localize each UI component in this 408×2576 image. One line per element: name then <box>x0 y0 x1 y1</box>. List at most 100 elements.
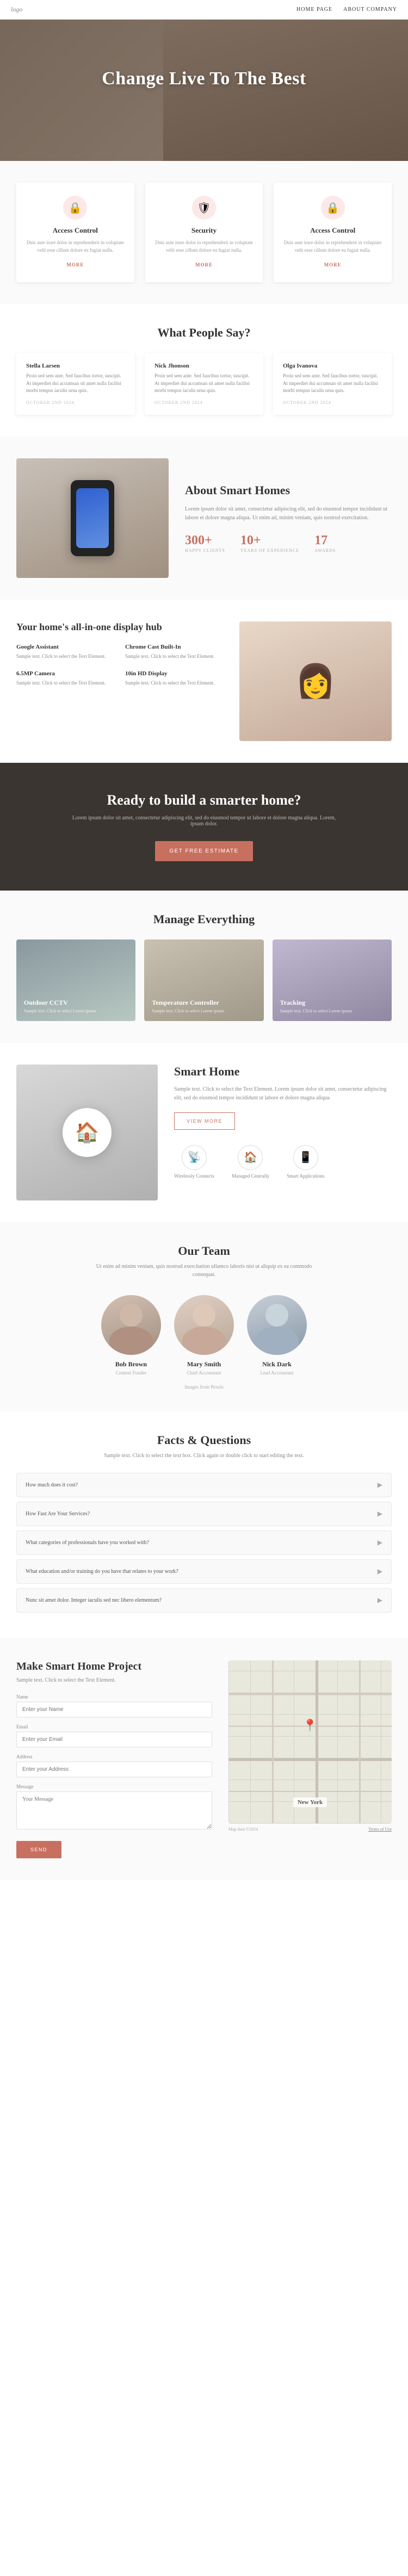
map-footer-left: Map data ©2024 <box>228 1827 258 1832</box>
manage-desc-temp: Sample text. Click to select Lorem ipsum <box>152 1009 224 1013</box>
faq-item-2[interactable]: How Fast Are Your Services? ▶ <box>16 1502 392 1526</box>
form-group-address: Address <box>16 1754 212 1777</box>
about-content: About Smart Homes Lorem ipsum dolor sit … <box>185 483 392 553</box>
name-input[interactable] <box>16 1702 212 1718</box>
feature-more-2[interactable]: MORE <box>195 262 213 267</box>
map-footer-terms[interactable]: Terms of Use <box>368 1827 392 1832</box>
testimonial-3: Olga Ivanova Proin sed sem ante. Sed fau… <box>273 353 392 415</box>
access-control-icon-1: 🔒 <box>63 196 87 220</box>
message-input[interactable] <box>16 1791 212 1830</box>
cta-title: Ready to build a smarter home? <box>16 792 392 808</box>
name-label: Name <box>16 1694 212 1700</box>
manage-card-temp[interactable]: Temperature Controller Sample text. Clic… <box>144 939 263 1021</box>
hub-image: 👩 <box>239 621 392 741</box>
testimonial-date-1: OCTOBER 2ND 2024 <box>26 400 125 405</box>
feature-more-3[interactable]: MORE <box>324 262 342 267</box>
feature-desc-2: Duis aute irure dolor in reprehenderit i… <box>155 239 254 254</box>
hub-grid: Google Assistant Sample text. Click to s… <box>16 644 223 687</box>
features-section: 🔒 Access Control Duis aute irure dolor i… <box>0 161 408 304</box>
testimonial-text-3: Proin sed sem ante. Sed faucibus tortor,… <box>283 372 382 395</box>
faq-subtitle: Sample text. Click to select the text bo… <box>90 1452 318 1460</box>
faq-chevron-1: ▶ <box>378 1481 382 1489</box>
nav-link-about[interactable]: ABOUT COMPANY <box>343 7 397 13</box>
nav-links: HOME PAGE ABOUT COMPANY <box>296 7 397 13</box>
faq-item-4[interactable]: What education and/or training do you ha… <box>16 1559 392 1584</box>
faq-item-1[interactable]: How much does it cost? ▶ <box>16 1473 392 1497</box>
manage-card-outdoor[interactable]: Outdoor CCTV Sample text. Click to selec… <box>16 939 135 1021</box>
team-subtitle: Ut enim ad minim veniam, quis nostrud ex… <box>95 1262 313 1279</box>
hub-section: Your home's all-in-one display hub Googl… <box>0 600 408 763</box>
smart-section: 🏠 Smart Home Sample text. Click to selec… <box>0 1043 408 1222</box>
team-name-bob: Bob Brown <box>101 1360 161 1368</box>
faq-question-2: How Fast Are Your Services? <box>26 1511 90 1517</box>
manage-title: Manage Everything <box>16 912 392 926</box>
stat-label-awards: AWARDS <box>314 548 336 553</box>
submit-button[interactable]: SEND <box>16 1841 61 1858</box>
team-name-mary: Mary Smith <box>174 1360 234 1368</box>
faq-item-5[interactable]: Nunc sit amet dolor. Integer iaculis sed… <box>16 1588 392 1613</box>
hub-content: Your home's all-in-one display hub Googl… <box>16 621 223 687</box>
nav-link-home[interactable]: HOME PAGE <box>296 7 332 13</box>
hub-item-desc-3: Sample text. Click to select the Text El… <box>16 680 114 687</box>
team-role-bob: Content Funder <box>101 1370 161 1376</box>
about-stats: 300+ HAPPY CLIENTS 10+ YEARS OF EXPERIEN… <box>185 533 392 553</box>
hero-content: Change Live To The Best <box>0 20 408 89</box>
wireless-label: Wirelessly Connects <box>174 1173 214 1179</box>
team-role-mary: Chief Accountant <box>174 1370 234 1376</box>
hub-item-desc-4: Sample text. Click to select the Text El… <box>125 680 223 687</box>
wireless-icon: 📡 <box>182 1145 207 1170</box>
apps-icon: 📱 <box>293 1145 318 1170</box>
team-title: Our Team <box>16 1244 392 1258</box>
feature-title-1: Access Control <box>26 226 125 235</box>
smart-title: Smart Home <box>174 1065 392 1079</box>
apps-label: Smart Applications <box>287 1173 324 1179</box>
feature-title-2: Security <box>155 226 254 235</box>
navigation: logo HOME PAGE ABOUT COMPANY <box>0 0 408 20</box>
feature-desc-3: Duis aute irure dolor in reprehenderit i… <box>283 239 382 254</box>
faq-item-3[interactable]: What categories of professionals have yo… <box>16 1530 392 1555</box>
smart-icon-managed: 🏠 Managed Centrally <box>232 1145 269 1179</box>
managed-label: Managed Centrally <box>232 1173 269 1179</box>
faq-chevron-2: ▶ <box>378 1510 382 1518</box>
map-col: New York 📍 Map data ©2024 Terms of Use <box>228 1660 392 1835</box>
testimonial-2: Nick Jhonson Proin sed sem ante. Sed fau… <box>145 353 263 415</box>
team-credit: Images from Pexels <box>16 1384 392 1390</box>
stat-label-clients: HAPPY CLIENTS <box>185 548 225 553</box>
stat-awards: 17 AWARDS <box>314 533 336 553</box>
cta-section: Ready to build a smarter home? Lorem ips… <box>0 763 408 891</box>
hero-section: Change Live To The Best <box>0 20 408 161</box>
faq-question-4: What education and/or training do you ha… <box>26 1569 178 1575</box>
email-input[interactable] <box>16 1732 212 1747</box>
about-title: About Smart Homes <box>185 483 392 497</box>
feature-card-2: 🛡 Security Duis aute irure dolor in repr… <box>145 183 263 282</box>
hub-item-4: 10in HD Display Sample text. Click to se… <box>125 670 223 687</box>
avatar-nick <box>247 1295 307 1355</box>
contact-title: Make Smart Home Project <box>16 1660 212 1673</box>
faq-chevron-4: ▶ <box>378 1567 382 1576</box>
cta-button[interactable]: GET FREE ESTIMATE <box>155 841 252 861</box>
manage-card-tracking[interactable]: Tracking Sample text. Click to select Lo… <box>273 939 392 1021</box>
testimonials-section: What People Say? Stella Larsen Proin sed… <box>0 304 408 437</box>
access-control-icon-2: 🔒 <box>321 196 345 220</box>
faq-question-3: What categories of professionals have yo… <box>26 1540 149 1546</box>
testimonial-text-1: Proin sed sem ante. Sed faucibus tortor,… <box>26 372 125 395</box>
faq-list: How much does it cost? ▶ How Fast Are Yo… <box>16 1473 392 1613</box>
address-label: Address <box>16 1754 212 1759</box>
team-grid: Bob Brown Content Funder Mary Smith Chie… <box>16 1295 392 1376</box>
feature-more-1[interactable]: MORE <box>66 262 84 267</box>
address-input[interactable] <box>16 1762 212 1777</box>
faq-title: Facts & Questions <box>16 1433 392 1447</box>
stat-clients: 300+ HAPPY CLIENTS <box>185 533 225 553</box>
view-more-button[interactable]: VIEW MORE <box>174 1112 235 1130</box>
testimonial-name-1: Stella Larsen <box>26 363 125 369</box>
about-image <box>16 458 169 578</box>
manage-grid: Outdoor CCTV Sample text. Click to selec… <box>16 939 392 1021</box>
form-group-name: Name <box>16 1694 212 1718</box>
avatar-mary <box>174 1295 234 1355</box>
cta-description: Lorem ipsum dolor sit amet, consectetur … <box>68 815 340 827</box>
about-description: Lorem ipsum dolor sit amet, consectetur … <box>185 505 392 522</box>
testimonial-name-3: Olga Ivanova <box>283 363 382 369</box>
testimonial-1: Stella Larsen Proin sed sem ante. Sed fa… <box>16 353 135 415</box>
contact-description: Sample text. Click to select the Text El… <box>16 1677 212 1683</box>
smart-icons-row: 📡 Wirelessly Connects 🏠 Managed Centrall… <box>174 1145 392 1179</box>
